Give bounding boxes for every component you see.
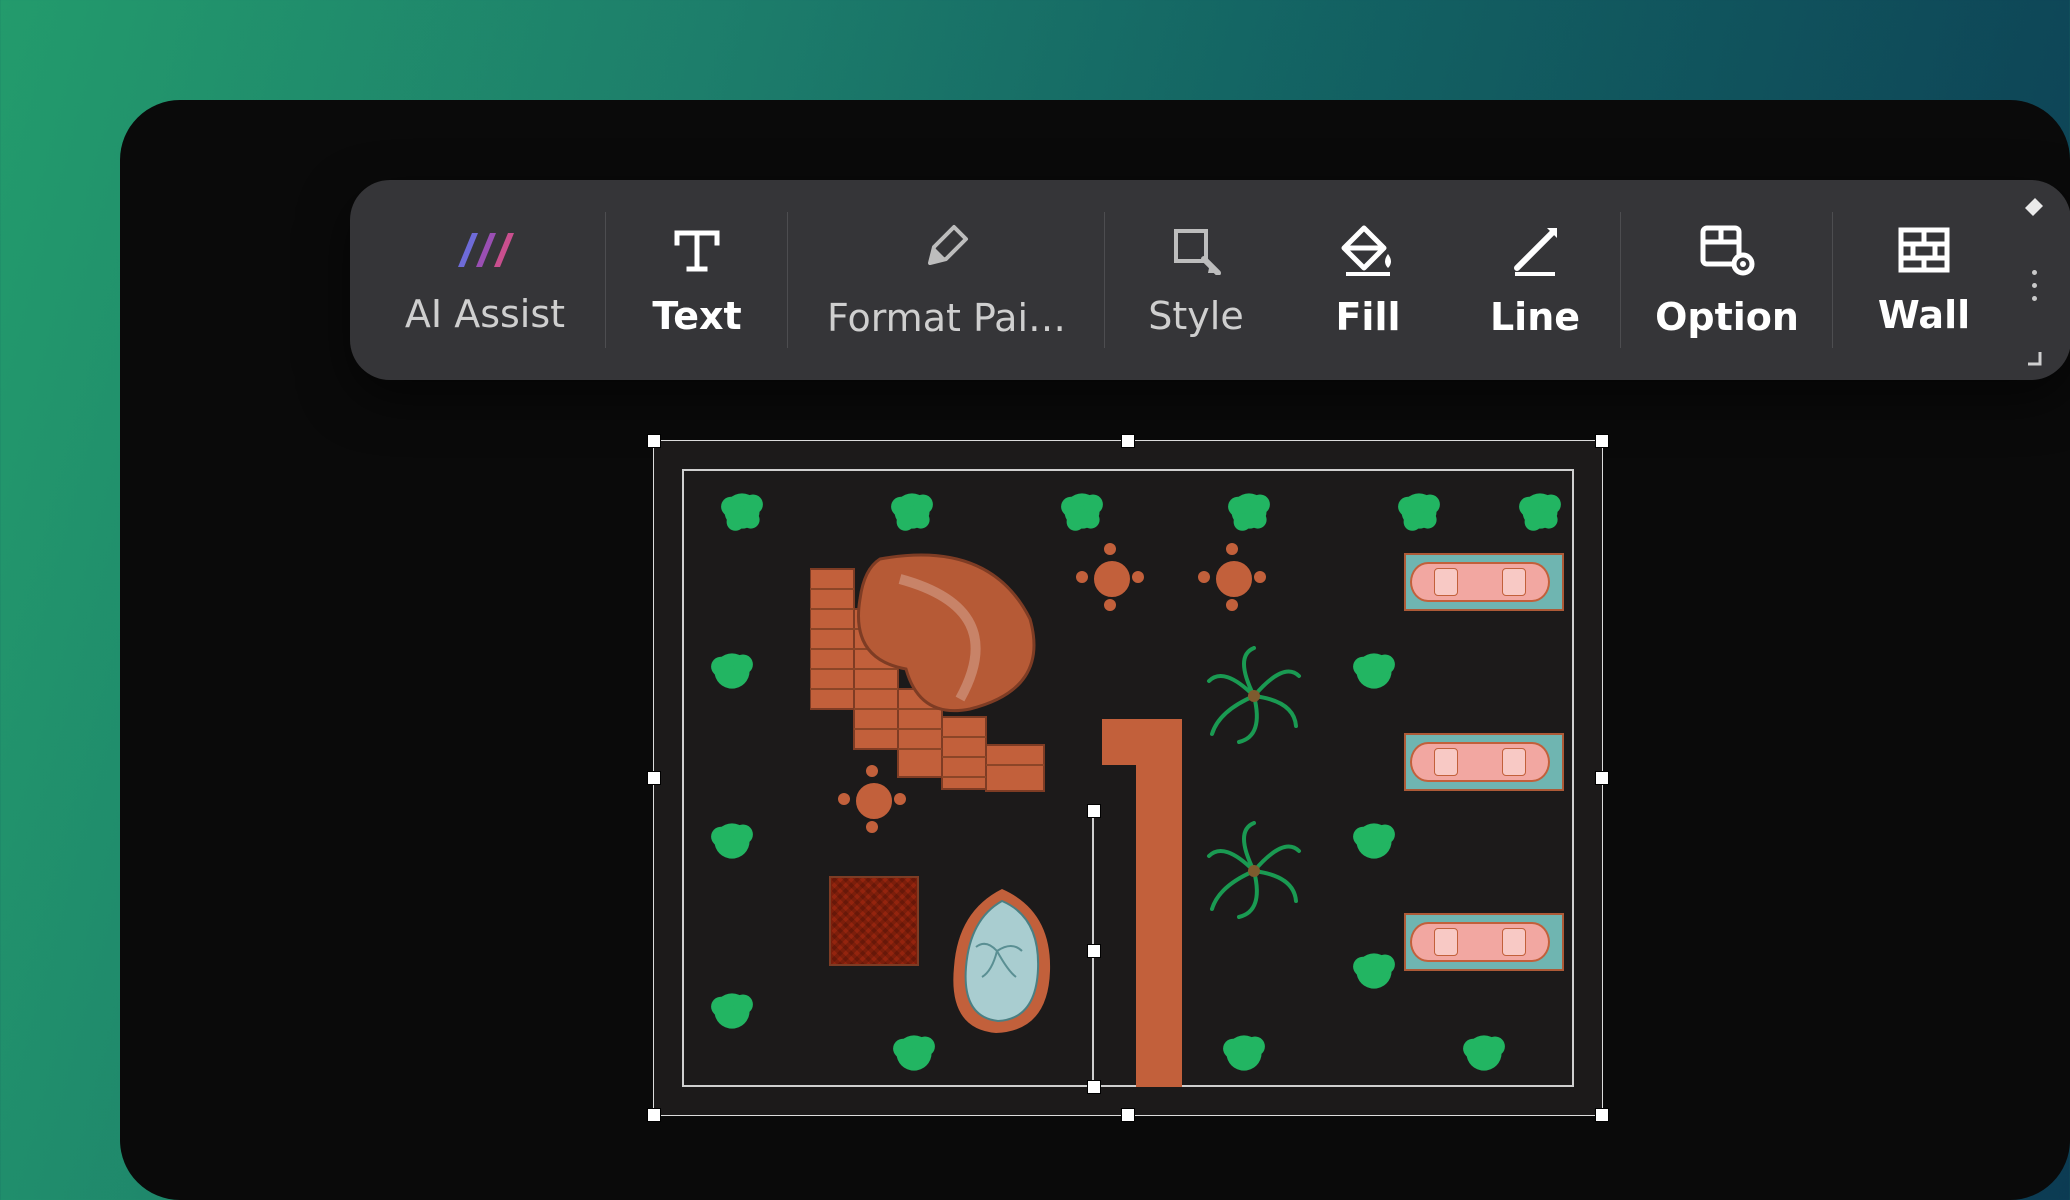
car xyxy=(1410,742,1550,782)
bush xyxy=(1352,819,1396,863)
app-window: AI Assist Text Format Pai… xyxy=(120,100,2070,1200)
palm-tree xyxy=(1204,646,1304,746)
more-dots-icon[interactable] xyxy=(2032,270,2037,301)
outer-wall xyxy=(682,469,1574,1087)
wall-label: Wall xyxy=(1878,296,1970,334)
line-label: Line xyxy=(1490,298,1580,336)
style-icon xyxy=(1170,225,1222,275)
bush xyxy=(710,649,754,693)
pin-icon[interactable] xyxy=(2019,192,2049,222)
style-button[interactable]: Style xyxy=(1105,180,1287,380)
wall-icon xyxy=(1897,226,1951,274)
format-painter-button[interactable]: Format Pai… xyxy=(788,180,1105,380)
pond xyxy=(942,881,1062,1041)
palm-tree xyxy=(1204,821,1304,921)
bush xyxy=(710,989,754,1033)
line-button[interactable]: Line xyxy=(1449,180,1621,380)
style-label: Style xyxy=(1148,297,1243,335)
text-icon xyxy=(671,225,723,275)
fill-label: Fill xyxy=(1335,298,1400,336)
format-painter-icon xyxy=(922,223,972,277)
parking-slot xyxy=(1404,553,1564,611)
bush xyxy=(710,819,754,863)
bush xyxy=(890,489,934,533)
ai-assist-icon xyxy=(454,227,516,273)
car xyxy=(1410,562,1550,602)
bush xyxy=(1227,489,1271,533)
text-button[interactable]: Text xyxy=(606,180,788,380)
bush xyxy=(892,1031,936,1075)
sel-handle[interactable] xyxy=(648,772,660,784)
bush xyxy=(1397,489,1441,533)
toolbar-extras xyxy=(2015,180,2057,380)
sel-handle[interactable] xyxy=(648,1109,660,1121)
option-icon xyxy=(1699,224,1755,276)
floating-toolbar: AI Assist Text Format Pai… xyxy=(350,180,2070,380)
ai-assist-button[interactable]: AI Assist xyxy=(364,180,606,380)
house-structure xyxy=(810,549,1120,819)
parking-slot xyxy=(1404,913,1564,971)
bush xyxy=(1222,1031,1266,1075)
option-label: Option xyxy=(1655,298,1799,336)
path xyxy=(1136,719,1182,1087)
sel-handle[interactable] xyxy=(1596,1109,1608,1121)
sel-handle[interactable] xyxy=(1596,772,1608,784)
bush xyxy=(1462,1031,1506,1075)
fill-icon xyxy=(1340,224,1396,276)
bush xyxy=(1518,489,1562,533)
sel-handle[interactable] xyxy=(648,435,660,447)
fill-button[interactable]: Fill xyxy=(1287,180,1449,380)
format-painter-label: Format Pai… xyxy=(827,299,1066,337)
bush xyxy=(1352,949,1396,993)
gazebo xyxy=(829,876,919,966)
sel-handle[interactable] xyxy=(1122,1109,1134,1121)
bush xyxy=(1352,649,1396,693)
floor-plan-canvas[interactable] xyxy=(653,440,1603,1116)
car xyxy=(1410,922,1550,962)
bush xyxy=(720,489,764,533)
sel-handle[interactable] xyxy=(1122,435,1134,447)
parking-slot xyxy=(1404,733,1564,791)
line-icon xyxy=(1509,224,1561,276)
wall-button[interactable]: Wall xyxy=(1833,180,2015,380)
sel-handle[interactable] xyxy=(1088,1081,1100,1093)
round-table xyxy=(1214,559,1254,599)
sel-handle[interactable] xyxy=(1088,945,1100,957)
text-label: Text xyxy=(652,297,741,335)
ai-assist-label: AI Assist xyxy=(405,295,565,333)
expand-corner-icon[interactable] xyxy=(2024,348,2044,368)
option-button[interactable]: Option xyxy=(1621,180,1833,380)
sel-handle[interactable] xyxy=(1596,435,1608,447)
bush xyxy=(1060,489,1104,533)
